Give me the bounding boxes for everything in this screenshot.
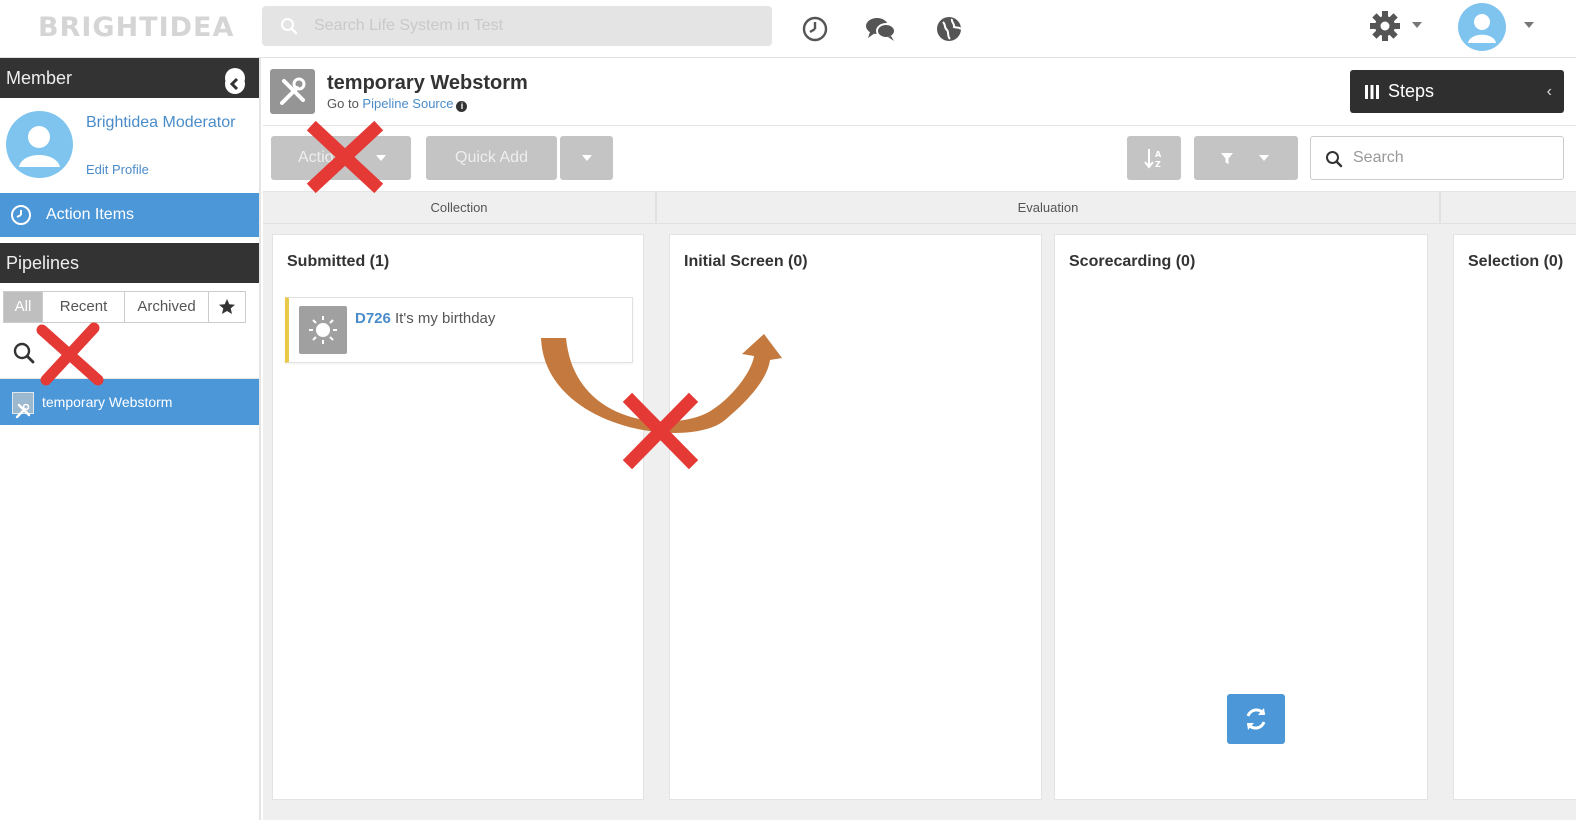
pipeline-header: temporary Webstorm Go to Pipeline Source…	[263, 58, 1576, 126]
refresh-button[interactable]	[1227, 694, 1285, 744]
tools-icon	[12, 392, 34, 419]
global-search-input[interactable]	[314, 6, 754, 46]
chat-icon[interactable]	[864, 14, 898, 44]
pipelines-header: Pipelines	[0, 243, 259, 283]
filter-button[interactable]	[1194, 136, 1298, 180]
search-icon	[1326, 151, 1343, 168]
steps-button[interactable]: Steps ‹	[1350, 70, 1564, 113]
globe-icon[interactable]	[934, 14, 964, 44]
column-title-text: Selection	[1468, 253, 1540, 270]
edit-profile-link[interactable]: Edit Profile	[86, 162, 149, 177]
svg-text:A: A	[1155, 150, 1162, 159]
member-name[interactable]: Brightidea Moderator	[86, 112, 246, 134]
column-title: Submitted (1)	[287, 253, 389, 271]
gear-icon[interactable]	[1368, 9, 1402, 43]
board-search[interactable]	[1310, 136, 1564, 180]
actions-button[interactable]: Actions	[271, 136, 411, 180]
sort-alpha-icon: AZ	[1144, 149, 1162, 169]
column-submitted: Submitted (1) D726 It's my birthday	[272, 234, 644, 800]
sidebar: Member Brightidea Moderator Edit Profile…	[0, 58, 261, 820]
member-profile: Brightidea Moderator	[0, 98, 259, 193]
chevron-down-icon[interactable]	[1522, 20, 1536, 30]
lightbulb-icon	[299, 306, 347, 354]
idea-id[interactable]: D726	[355, 310, 391, 327]
sort-button[interactable]: AZ	[1127, 136, 1181, 180]
main-content: temporary Webstorm Go to Pipeline Source…	[263, 58, 1576, 820]
pipeline-item[interactable]: temporary Webstorm	[0, 379, 259, 425]
column-title-text: Submitted	[287, 253, 366, 270]
star-icon	[219, 299, 235, 314]
member-header-label: Member	[6, 68, 73, 88]
quick-add-dropdown-button[interactable]	[560, 136, 613, 180]
stage-row: Collection Evaluation	[263, 192, 1576, 224]
column-initial-screen: Initial Screen (0)	[669, 234, 1042, 800]
top-bar: BRIGHTIDEA	[0, 0, 1576, 58]
steps-label: Steps	[1388, 81, 1435, 101]
tab-archived[interactable]: Archived	[124, 291, 209, 323]
action-items-label: Action Items	[46, 206, 135, 223]
filter-icon	[1221, 153, 1233, 164]
brand-logo[interactable]: BRIGHTIDEA	[38, 12, 234, 43]
user-silhouette-icon	[1468, 14, 1496, 43]
global-search[interactable]	[262, 6, 772, 46]
caret-down-icon	[1259, 155, 1269, 161]
board-search-input[interactable]	[1353, 137, 1553, 179]
idea-title[interactable]: It's my birthday	[395, 310, 495, 327]
goto-prefix: Go to	[327, 96, 359, 111]
member-avatar[interactable]	[6, 111, 73, 178]
kanban-board: Collection Evaluation Submitted (1) D726…	[263, 192, 1576, 820]
tab-recent[interactable]: Recent	[42, 291, 125, 323]
stage-evaluation: Evaluation	[657, 192, 1441, 224]
clock-icon[interactable]	[800, 14, 830, 44]
clock-icon	[11, 205, 31, 225]
user-silhouette-icon	[19, 126, 60, 167]
idea-card[interactable]: D726 It's my birthday	[285, 297, 633, 363]
app-window: BRIGHTIDEA Member Brightidea Moderator	[0, 0, 1576, 820]
pipeline-source-line: Go to Pipeline Source i	[327, 96, 468, 112]
caret-down-icon	[376, 155, 386, 161]
tab-all[interactable]: All	[3, 291, 43, 323]
column-title: Selection (0)	[1468, 253, 1563, 271]
search-icon[interactable]	[12, 341, 36, 365]
tools-icon	[270, 69, 315, 114]
columns-icon	[1365, 85, 1379, 99]
column-count: (0)	[788, 253, 808, 270]
action-items-link[interactable]: Action Items	[0, 193, 259, 237]
collapse-sidebar-button[interactable]	[225, 68, 245, 94]
column-selection: Selection (0)	[1453, 234, 1576, 800]
column-title-text: Scorecarding	[1069, 253, 1172, 270]
column-count: (1)	[369, 253, 390, 270]
info-icon[interactable]: i	[456, 101, 468, 112]
refresh-icon	[1246, 708, 1266, 730]
pipeline-search[interactable]	[0, 331, 259, 379]
page-title: temporary Webstorm	[327, 72, 528, 94]
user-avatar[interactable]	[1458, 3, 1506, 51]
chevron-left-icon: ‹	[1546, 83, 1552, 100]
tab-favorites[interactable]	[208, 291, 246, 323]
actions-label: Actions	[298, 149, 351, 166]
gear-dropdown-chevron-icon[interactable]	[1410, 20, 1424, 30]
quick-add-button[interactable]: Quick Add	[426, 136, 557, 180]
caret-down-icon	[581, 155, 592, 161]
column-title: Initial Screen (0)	[684, 253, 808, 271]
column-title-text: Initial Screen	[684, 253, 784, 270]
column-title: Scorecarding (0)	[1069, 253, 1195, 271]
pipeline-source-link[interactable]: Pipeline Source	[362, 96, 453, 111]
toolbar: Actions Quick Add AZ	[263, 126, 1576, 192]
search-icon	[281, 18, 298, 35]
column-count: (0)	[1543, 253, 1564, 270]
column-count: (0)	[1175, 253, 1196, 270]
stage-collection: Collection	[263, 192, 657, 224]
pipeline-filter-tabs: All Recent Archived	[0, 283, 259, 331]
chevron-left-icon	[225, 74, 245, 94]
member-header: Member	[0, 58, 259, 98]
pipeline-item-label: temporary Webstorm	[42, 394, 173, 410]
svg-text:Z: Z	[1155, 160, 1161, 169]
